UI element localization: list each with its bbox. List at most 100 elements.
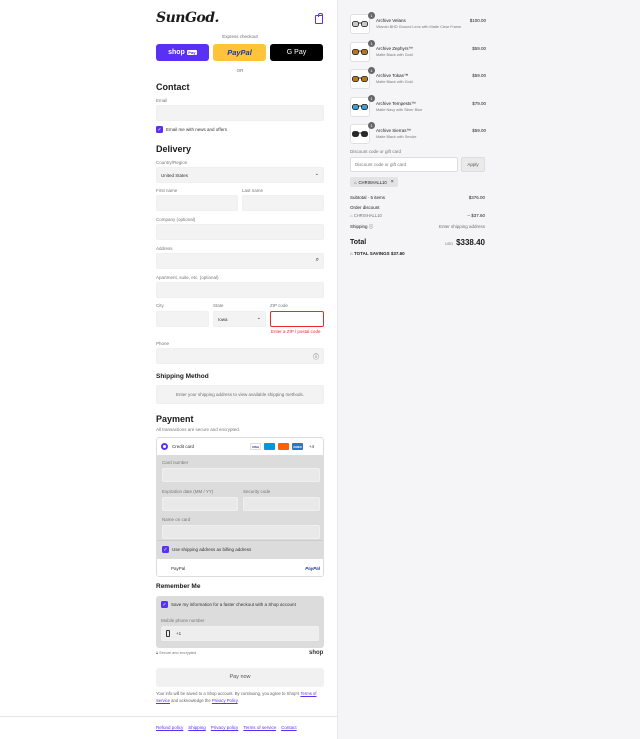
paypal-button[interactable]: PayPal (213, 44, 266, 61)
payment-subtitle: All transactions are secure and encrypte… (156, 427, 241, 432)
security-code-field[interactable] (243, 497, 320, 511)
footer-divider (0, 716, 337, 717)
total-value: $338.40 (456, 238, 485, 247)
payment-methods: Credit card VISA AMEX +4 Card number Exp… (156, 437, 324, 577)
checkout-main: SunGod. Express checkout shop Pay PayPal… (0, 0, 337, 739)
email-field[interactable] (156, 105, 324, 121)
product-price: $59.00 (472, 128, 486, 133)
company-field[interactable] (156, 224, 324, 240)
phone-field[interactable]: ⓘ (156, 348, 324, 364)
discount-placeholder: Discount code or gift card (355, 162, 407, 167)
product-image: 1 (350, 122, 375, 144)
product-image: 1 (350, 12, 375, 34)
sunglasses-icon (352, 76, 368, 82)
shop-pay-button[interactable]: shop Pay (156, 44, 209, 61)
save-info-checkbox[interactable]: ✓ (161, 601, 168, 608)
pay-now-button[interactable]: Pay now (156, 668, 324, 687)
billing-address-option: ✓ Use shipping address as billing addres… (157, 540, 323, 558)
discount-tag-code: CHRISHALL10 (358, 179, 387, 185)
discount-label: Discount code or gift card (350, 149, 402, 154)
visa-icon: VISA (250, 443, 261, 450)
billing-same-checkbox[interactable]: ✓ (162, 546, 169, 553)
city-field[interactable] (156, 311, 209, 327)
product-image: 1 (350, 67, 375, 89)
city-label: City (156, 303, 164, 308)
privacy-policy-link[interactable]: Privacy policy (211, 725, 239, 730)
sunglasses-icon (352, 131, 368, 137)
legal-text-3: . (237, 697, 239, 703)
remove-discount-icon[interactable]: × (391, 179, 394, 185)
company-label: Company (optional) (156, 217, 196, 222)
credit-card-label: Credit card (172, 444, 195, 449)
brand-logo[interactable]: SunGod. (156, 10, 219, 26)
card-number-field[interactable] (162, 468, 320, 482)
maestro-icon (264, 443, 275, 450)
mobile-phone-field[interactable]: +1 (161, 626, 319, 641)
cart-item: 1 Archive Velans Vitamin BHD Ground Lens w… (350, 12, 486, 36)
refund-policy-link[interactable]: Refund policy (156, 725, 183, 730)
phone-icon (166, 630, 170, 637)
product-variant: Matte Navy with Silver Blue (376, 107, 423, 112)
last-name-field[interactable] (242, 195, 324, 211)
first-name-field[interactable] (156, 195, 238, 211)
email-label: Email (156, 98, 168, 103)
address-label: Address (156, 246, 173, 251)
product-price: $59.00 (472, 73, 486, 78)
help-icon[interactable]: ⓘ (313, 352, 319, 361)
billing-same-label: Use shipping address as billing address (172, 547, 252, 552)
product-name: Archive Zephyrs™ (376, 45, 414, 51)
remember-me-title: Remember Me (156, 583, 201, 590)
zip-label: ZIP code (270, 303, 288, 308)
product-image: 1 (350, 94, 375, 117)
discount-tag: ⌂ CHRISHALL10 × (350, 177, 398, 187)
discount-value: – $37.60 (467, 213, 485, 218)
quantity-badge: 1 (368, 39, 375, 47)
total-value-group: USD $338.40 (445, 238, 485, 247)
product-variant: Vitamin BHD Ground Lens with Matte Clear… (376, 25, 462, 29)
apply-button[interactable]: Apply (461, 157, 485, 172)
product-image: 1 (350, 39, 375, 62)
quantity-badge: 1 (368, 12, 375, 19)
total-savings: ⌂ TOTAL SAVINGS $37.60 (350, 251, 405, 256)
google-pay-button[interactable]: G Pay (270, 44, 323, 61)
shop-pay-label: shop (168, 49, 185, 56)
discount-input[interactable]: Discount code or gift card (350, 157, 458, 172)
lock-icon: 🔒︎ (156, 651, 159, 655)
credit-card-radio[interactable] (161, 443, 168, 450)
currency-label: USD (445, 242, 454, 246)
contact-link[interactable]: Contact (281, 725, 297, 730)
chevron-down-icon: ⌄ (314, 171, 319, 177)
legal-text: Your info will be saved to a Shop accoun… (156, 691, 324, 704)
footer-links: Refund policy Shipping Privacy policy Terms… (156, 725, 302, 731)
paypal-option[interactable]: PayPal PayPal (157, 558, 323, 576)
product-name: Archive Tempests™ (376, 100, 416, 106)
security-code-label: Security code (243, 489, 271, 494)
card-form: Card number Expiration date (MM / YY) Se… (157, 456, 323, 540)
name-on-card-field[interactable] (162, 525, 320, 539)
first-name-label: First name (156, 188, 178, 193)
mobile-phone-label: Mobile phone number (161, 618, 205, 623)
help-icon[interactable]: ⓘ (369, 224, 374, 229)
address-field[interactable]: ⌕ (156, 253, 324, 269)
zip-field[interactable] (270, 311, 324, 327)
privacy-link[interactable]: Privacy Policy (212, 698, 238, 703)
sunglasses-icon (352, 103, 368, 110)
credit-card-option[interactable]: Credit card VISA AMEX +4 (157, 438, 323, 456)
expiry-field[interactable] (162, 497, 238, 511)
sunglasses-icon (352, 21, 368, 27)
state-select[interactable]: Iowa ⌄ (213, 311, 266, 327)
zip-error: Enter a ZIP / postal code (271, 329, 321, 334)
cart-item: 1 Archive Tokas™ Matte Black with Gold $59.… (350, 67, 486, 91)
shipping-row-label: Shipping ⓘ (350, 224, 373, 230)
product-variant: Matte Black with Gold (376, 52, 413, 57)
shipping-link[interactable]: Shipping (188, 725, 206, 730)
delivery-title: Delivery (156, 144, 192, 154)
applied-code: ⌂ CHRISHALL10 (350, 213, 382, 218)
search-icon: ⌕ (315, 257, 319, 263)
country-select[interactable]: United States ⌄ (156, 167, 324, 183)
newsletter-checkbox[interactable]: ✓ (156, 126, 163, 133)
shopping-bag-icon[interactable] (315, 13, 323, 24)
apartment-field[interactable] (156, 282, 324, 298)
terms-of-service-link[interactable]: Terms of service (243, 725, 276, 730)
newsletter-label: Email me with news and offers (166, 127, 227, 132)
